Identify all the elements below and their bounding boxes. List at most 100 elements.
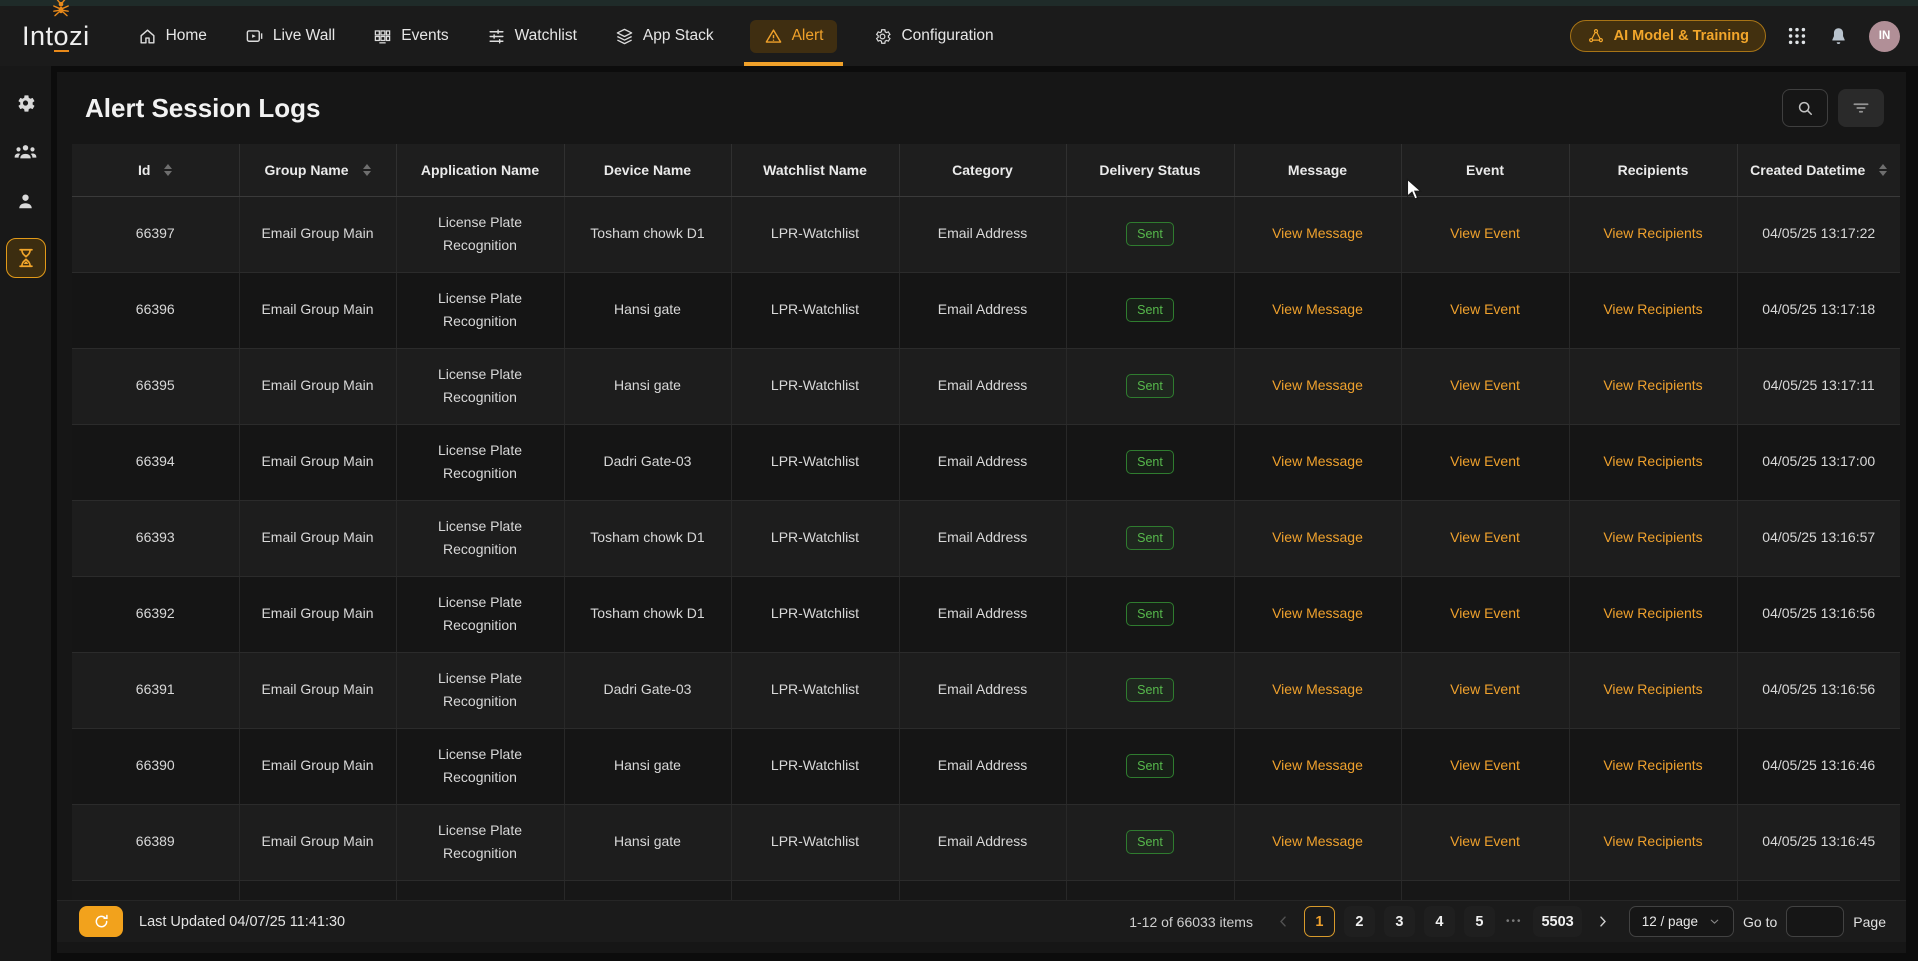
event-link[interactable]: View Event xyxy=(1450,453,1520,469)
apps-grid-icon[interactable] xyxy=(1786,25,1808,47)
page-4-button[interactable]: 4 xyxy=(1424,906,1455,937)
event-link[interactable]: View Event xyxy=(1450,301,1520,317)
recipients-link[interactable]: View Recipients xyxy=(1603,757,1702,773)
cell-recipients: View Recipients xyxy=(1569,424,1737,500)
previous-page-button[interactable] xyxy=(1272,914,1295,929)
delivery-status-badge: Sent xyxy=(1126,374,1174,398)
sidebar-user-groups-icon[interactable] xyxy=(13,140,38,165)
cell-application-name: License Plate Recognition xyxy=(396,424,564,500)
nav-item-home[interactable]: Home xyxy=(136,20,209,53)
recipients-link[interactable]: View Recipients xyxy=(1603,225,1702,241)
items-summary: 1-12 of 66033 items xyxy=(1129,914,1253,930)
event-link[interactable]: View Event xyxy=(1450,681,1520,697)
page-3-button[interactable]: 3 xyxy=(1384,906,1415,937)
message-link[interactable]: View Message xyxy=(1272,301,1363,317)
cell-device-name: Hansi gate xyxy=(564,348,731,424)
page-1-button[interactable]: 1 xyxy=(1304,906,1335,937)
nav-item-configuration[interactable]: Configuration xyxy=(871,20,995,53)
nav-item-live-wall[interactable]: Live Wall xyxy=(243,20,337,53)
cell-message: View Message xyxy=(1234,196,1401,272)
event-link[interactable]: View Event xyxy=(1450,757,1520,773)
recipients-link[interactable]: View Recipients xyxy=(1603,301,1702,317)
home-icon xyxy=(138,27,157,46)
recipients-link[interactable]: View Recipients xyxy=(1603,681,1702,697)
user-avatar[interactable]: IN xyxy=(1869,21,1900,52)
cell-recipients: View Recipients xyxy=(1569,652,1737,728)
recipients-link[interactable]: View Recipients xyxy=(1603,377,1702,393)
delivery-status-badge: Sent xyxy=(1126,830,1174,854)
cell-application-name: License Plate Recognition xyxy=(396,804,564,880)
search-button[interactable] xyxy=(1782,89,1828,127)
recipients-link[interactable]: View Recipients xyxy=(1603,529,1702,545)
cell-id: 66389 xyxy=(72,804,239,880)
sort-icon[interactable] xyxy=(164,164,172,176)
cell-group-name: Email Group Main xyxy=(239,804,396,880)
message-link[interactable]: View Message xyxy=(1272,225,1363,241)
nav-label: Events xyxy=(401,27,448,45)
sort-icon[interactable] xyxy=(1879,164,1887,176)
nav-item-events[interactable]: Events xyxy=(371,20,450,53)
brand-logo[interactable]: Intozi xyxy=(22,21,90,52)
cell-delivery-status: Sent xyxy=(1066,728,1234,804)
ai-model-training-button[interactable]: AI Model & Training xyxy=(1570,20,1766,52)
recipients-link[interactable]: View Recipients xyxy=(1603,453,1702,469)
nav-item-app-stack[interactable]: App Stack xyxy=(613,20,716,53)
notifications-bell-icon[interactable] xyxy=(1828,26,1849,47)
table-row: 66395Email Group MainLicense Plate Recog… xyxy=(72,348,1900,424)
table-row: 66394Email Group MainLicense Plate Recog… xyxy=(72,424,1900,500)
cell-device-name: Tosham chowk D1 xyxy=(564,500,731,576)
message-link[interactable]: View Message xyxy=(1272,833,1363,849)
cell-group-name: Email Group Main xyxy=(239,196,396,272)
event-link[interactable]: View Event xyxy=(1450,377,1520,393)
goto-page-input[interactable] xyxy=(1786,906,1844,937)
nav-item-alert[interactable]: Alert xyxy=(750,20,838,53)
event-link[interactable]: View Event xyxy=(1450,529,1520,545)
cell-group-name: Email Group Main xyxy=(239,576,396,652)
main-navigation: Home Live Wall Events Watchlist App Stac… xyxy=(136,20,996,53)
message-link[interactable]: View Message xyxy=(1272,605,1363,621)
cell-application-name: License Plate Recognition xyxy=(396,576,564,652)
sort-icon[interactable] xyxy=(363,164,371,176)
recipients-link[interactable]: View Recipients xyxy=(1603,605,1702,621)
next-page-button[interactable] xyxy=(1591,914,1614,929)
event-link[interactable]: View Event xyxy=(1450,833,1520,849)
event-link[interactable]: View Event xyxy=(1450,605,1520,621)
cell-created: 04/05/25 13:16:56 xyxy=(1737,576,1900,652)
sidebar-settings-gear-icon[interactable] xyxy=(14,92,37,115)
cell-recipients: View Recipients xyxy=(1569,272,1737,348)
cell-group-name: Email Group Main xyxy=(239,348,396,424)
delivery-status-badge: Sent xyxy=(1126,526,1174,550)
sidebar-session-logs-hourglass-icon[interactable] xyxy=(6,238,46,278)
message-link[interactable]: View Message xyxy=(1272,757,1363,773)
cell-recipients: View Recipients xyxy=(1569,728,1737,804)
nav-item-watchlist[interactable]: Watchlist xyxy=(485,20,579,53)
column-header-category: Category xyxy=(899,144,1066,196)
page-size-select[interactable]: 12 / page xyxy=(1629,906,1734,937)
cell-watchlist-name: LPR-Watchlist xyxy=(731,196,899,272)
cell-application-name: License Plate Recognition xyxy=(396,196,564,272)
page-2-button[interactable]: 2 xyxy=(1344,906,1375,937)
refresh-button[interactable] xyxy=(79,906,123,937)
event-link[interactable]: View Event xyxy=(1450,225,1520,241)
page-5-button[interactable]: 5 xyxy=(1464,906,1495,937)
cell-group-name: Email Group Main xyxy=(239,424,396,500)
message-link[interactable]: View Message xyxy=(1272,453,1363,469)
content-panel: Alert Session Logs Id Group Name Applica… xyxy=(57,72,1906,953)
recipients-link[interactable]: View Recipients xyxy=(1603,833,1702,849)
message-link[interactable]: View Message xyxy=(1272,529,1363,545)
table-footer: Last Updated 04/07/25 11:41:30 1-12 of 6… xyxy=(57,900,1906,942)
message-link[interactable]: View Message xyxy=(1272,377,1363,393)
cell-category: Email Address xyxy=(899,652,1066,728)
cell-application-name: License Plate Recognition xyxy=(396,272,564,348)
last-page-button[interactable]: 5503 xyxy=(1533,906,1581,937)
cell-device-name: Dadri Gate-03 xyxy=(564,424,731,500)
cell-message: View Message xyxy=(1234,576,1401,652)
app-stack-icon xyxy=(615,27,634,46)
brand-text-prefix: Int xyxy=(22,21,54,52)
pagination-ellipsis[interactable]: ••• xyxy=(1504,916,1525,927)
table-row: 66393Email Group MainLicense Plate Recog… xyxy=(72,500,1900,576)
cell-created: 04/05/25 13:16:57 xyxy=(1737,500,1900,576)
filter-button[interactable] xyxy=(1838,89,1884,127)
message-link[interactable]: View Message xyxy=(1272,681,1363,697)
sidebar-user-icon[interactable] xyxy=(14,190,37,213)
